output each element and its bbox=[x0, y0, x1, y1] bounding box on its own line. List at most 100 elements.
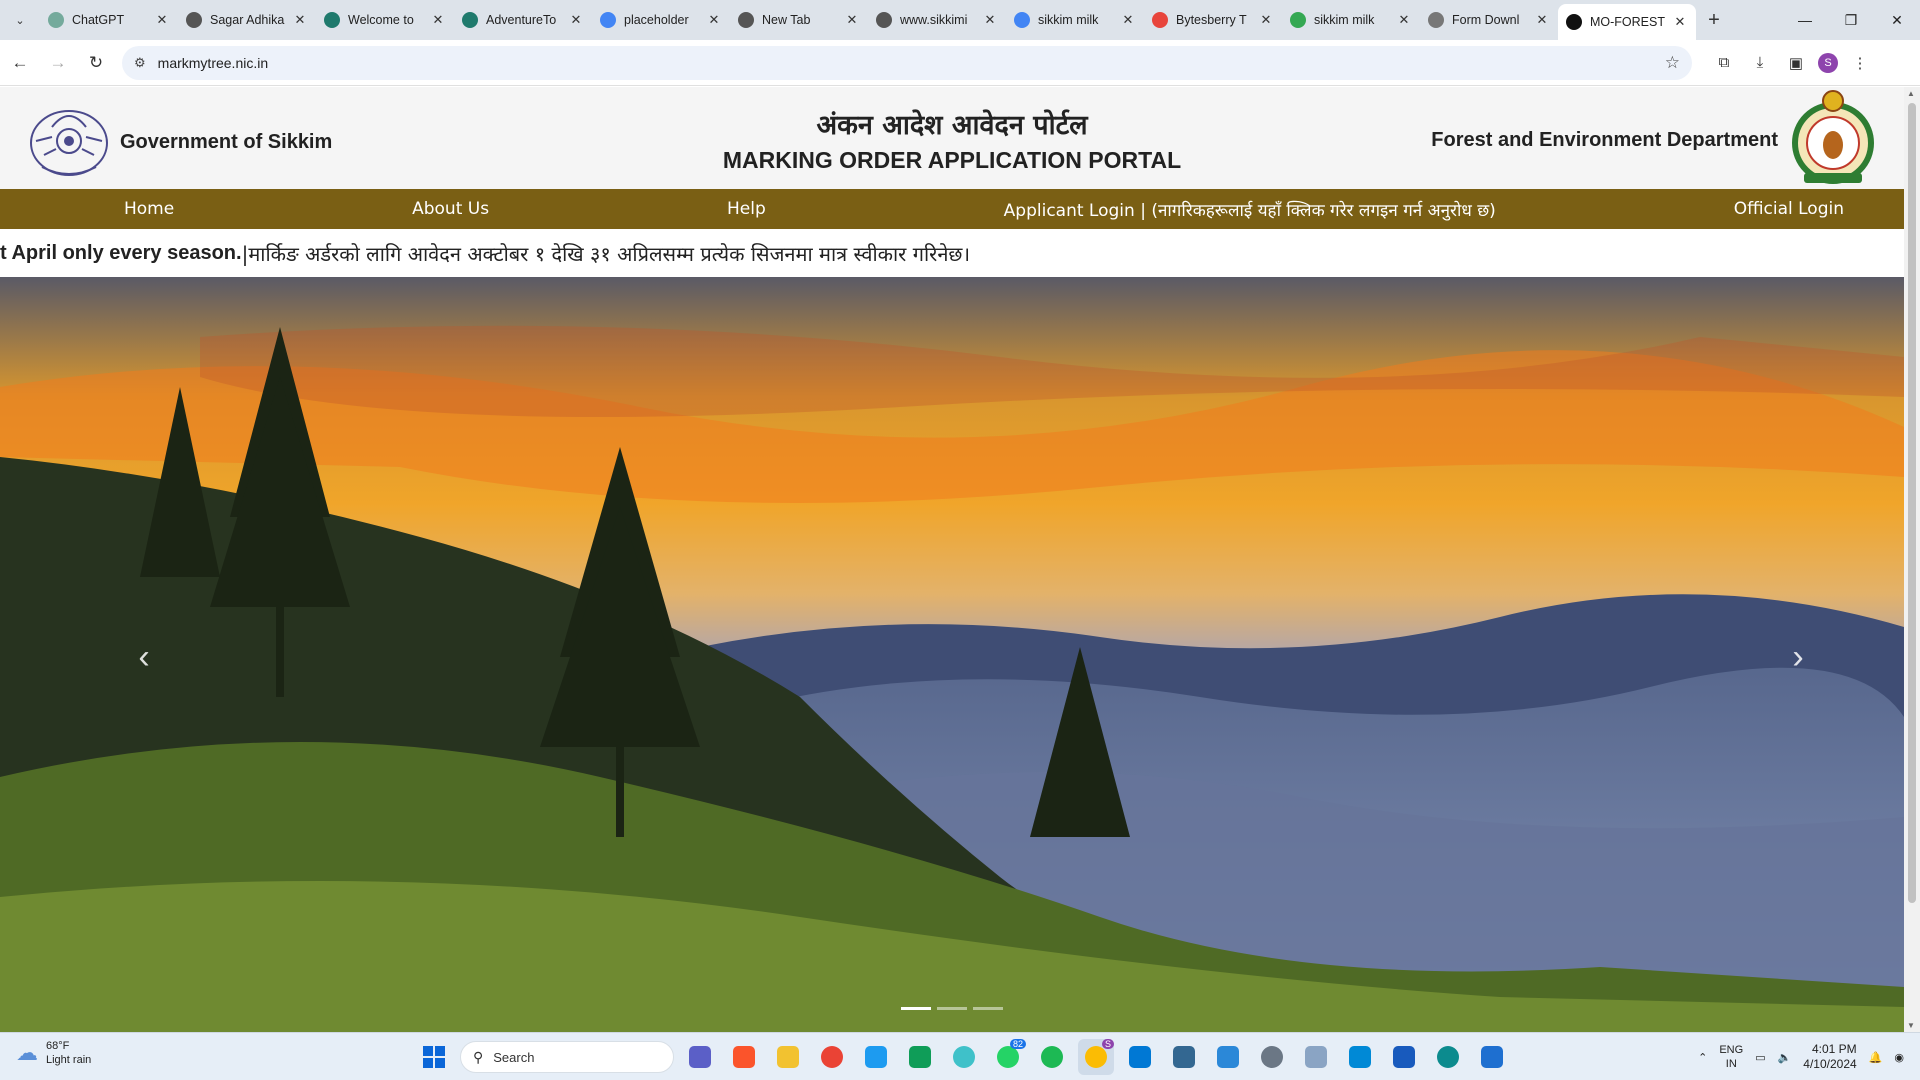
region-code: IN bbox=[1725, 1058, 1737, 1070]
taskbar-search-placeholder: Search bbox=[493, 1049, 535, 1065]
sheets-icon[interactable] bbox=[902, 1039, 938, 1075]
tab-close-icon[interactable]: ✕ bbox=[1534, 12, 1550, 28]
reload-icon[interactable]: ↻ bbox=[78, 45, 114, 81]
nav-about-us[interactable]: About Us bbox=[412, 199, 489, 219]
tab-favicon-icon bbox=[1428, 12, 1444, 28]
copilot-icon[interactable]: ◉ bbox=[1894, 1051, 1904, 1064]
bookmark-star-icon[interactable]: ☆ bbox=[1665, 53, 1680, 73]
twitter-icon[interactable] bbox=[858, 1039, 894, 1075]
weather-widget[interactable]: ☁ 68°F Light rain bbox=[16, 1039, 91, 1067]
start-button[interactable] bbox=[416, 1039, 452, 1075]
tab-search-icon[interactable]: ⌄ bbox=[0, 0, 40, 40]
site-info-icon[interactable]: ⚙ bbox=[134, 55, 146, 71]
tab-close-icon[interactable]: ✕ bbox=[568, 12, 584, 28]
chrome-icon[interactable] bbox=[814, 1039, 850, 1075]
browser-tab[interactable]: Sagar Adhika ✕ bbox=[178, 0, 316, 40]
spotify-icon[interactable] bbox=[1034, 1039, 1070, 1075]
brave-icon[interactable] bbox=[726, 1039, 762, 1075]
tab-close-icon[interactable]: ✕ bbox=[982, 12, 998, 28]
scroll-up-icon[interactable]: ▲ bbox=[1907, 89, 1915, 98]
tab-close-icon[interactable]: ✕ bbox=[706, 12, 722, 28]
address-bar[interactable]: ⚙ markmytree.nic.in ☆ bbox=[122, 45, 1692, 80]
close-window-icon[interactable]: ✕ bbox=[1874, 0, 1920, 40]
edge-icon[interactable] bbox=[1430, 1039, 1466, 1075]
side-panel-icon[interactable]: ▣ bbox=[1782, 49, 1810, 77]
tab-close-icon[interactable]: ✕ bbox=[1258, 12, 1274, 28]
whatsapp-icon[interactable]: 82 bbox=[990, 1039, 1026, 1075]
tab-title: Welcome to bbox=[348, 13, 414, 27]
window-app-icon[interactable] bbox=[1298, 1039, 1334, 1075]
volume-icon[interactable]: 🔈 bbox=[1778, 1051, 1792, 1064]
browser-tab[interactable]: Welcome to ✕ bbox=[316, 0, 454, 40]
tab-close-icon[interactable]: ✕ bbox=[1120, 12, 1136, 28]
tab-title: sikkim milk bbox=[1314, 13, 1375, 27]
taskbar-search[interactable]: ⚲ Search bbox=[460, 1041, 674, 1073]
tab-close-icon[interactable]: ✕ bbox=[844, 12, 860, 28]
profile-avatar[interactable]: S bbox=[1818, 52, 1838, 73]
marquee-text-nepali: |मार्किङ अर्डरको लागि आवेदन अक्टोबर १ दे… bbox=[241, 241, 971, 266]
browser-toolbar: ← → ↻ ⚙ markmytree.nic.in ☆ ⧉ ⤓ ▣ S ⋮ bbox=[0, 40, 1920, 86]
menu-icon[interactable]: ⋮ bbox=[1846, 49, 1874, 77]
chrome-profile-icon[interactable]: S bbox=[1078, 1039, 1114, 1075]
browser-tab[interactable]: placeholder ✕ bbox=[592, 0, 730, 40]
tab-close-icon[interactable]: ✕ bbox=[154, 12, 170, 28]
minimize-icon[interactable]: — bbox=[1782, 0, 1828, 40]
azure-icon[interactable] bbox=[1342, 1039, 1378, 1075]
browser-tab[interactable]: MO-FOREST ✕ bbox=[1558, 4, 1696, 40]
page-scrollbar[interactable]: ▲ ▼ bbox=[1904, 87, 1920, 1032]
tab-title: New Tab bbox=[762, 13, 811, 27]
app-icon[interactable] bbox=[946, 1039, 982, 1075]
extensions-icon[interactable]: ⧉ bbox=[1710, 49, 1738, 77]
file-explorer-icon[interactable] bbox=[770, 1039, 806, 1075]
tab-close-icon[interactable]: ✕ bbox=[1396, 12, 1412, 28]
nav-official-login[interactable]: Official Login bbox=[1734, 199, 1844, 219]
carousel-prev-icon[interactable]: ‹ bbox=[124, 637, 164, 677]
browser-tab[interactable]: AdventureTo ✕ bbox=[454, 0, 592, 40]
tab-close-icon[interactable]: ✕ bbox=[430, 12, 446, 28]
browser-tab[interactable]: Bytesberry T ✕ bbox=[1144, 0, 1282, 40]
carousel-indicator[interactable] bbox=[937, 1007, 967, 1010]
notification-bell-icon[interactable]: 🔔 bbox=[1869, 1051, 1883, 1064]
nav-applicant-login[interactable]: Applicant Login | (नागरिकहरूलाई यहाँ क्ल… bbox=[1004, 198, 1496, 221]
browser-tab[interactable]: sikkim milk ✕ bbox=[1006, 0, 1144, 40]
vscode-icon[interactable] bbox=[1122, 1039, 1158, 1075]
tab-close-icon[interactable]: ✕ bbox=[292, 12, 308, 28]
carousel-slide-image bbox=[0, 277, 1904, 1032]
language-indicator[interactable]: ENG IN bbox=[1719, 1043, 1743, 1071]
scroll-down-icon[interactable]: ▼ bbox=[1907, 1021, 1915, 1030]
tab-close-icon[interactable]: ✕ bbox=[1672, 14, 1688, 30]
url-text[interactable]: markmytree.nic.in bbox=[158, 55, 1665, 71]
back-icon[interactable]: ← bbox=[2, 45, 38, 81]
tab-favicon-icon bbox=[600, 12, 616, 28]
teams-icon[interactable] bbox=[682, 1039, 718, 1075]
nav-help[interactable]: Help bbox=[727, 199, 766, 219]
new-tab-icon[interactable]: + bbox=[1696, 9, 1732, 32]
chevron-up-icon[interactable]: ⌃ bbox=[1698, 1051, 1707, 1064]
settings-icon[interactable] bbox=[1254, 1039, 1290, 1075]
hero-carousel: ‹ › bbox=[0, 277, 1904, 1032]
clock[interactable]: 4:01 PM 4/10/2024 bbox=[1803, 1042, 1856, 1072]
database-icon[interactable] bbox=[1166, 1039, 1202, 1075]
scrollbar-thumb[interactable] bbox=[1908, 103, 1916, 903]
whatsapp-badge: 82 bbox=[1009, 1039, 1026, 1049]
carousel-next-icon[interactable]: › bbox=[1778, 637, 1818, 677]
word-icon[interactable] bbox=[1386, 1039, 1422, 1075]
restore-icon[interactable]: ❐ bbox=[1828, 0, 1874, 40]
browser-tab[interactable]: www.sikkimi ✕ bbox=[868, 0, 1006, 40]
nav-home[interactable]: Home bbox=[124, 199, 174, 219]
forest-department-logo bbox=[1792, 90, 1874, 184]
browser-tab[interactable]: sikkim milk ✕ bbox=[1282, 0, 1420, 40]
browser-tab[interactable]: Form Downl ✕ bbox=[1420, 0, 1558, 40]
downloads-icon[interactable]: ⤓ bbox=[1746, 49, 1774, 77]
browser-tab[interactable]: ChatGPT ✕ bbox=[40, 0, 178, 40]
notepad-icon[interactable] bbox=[1210, 1039, 1246, 1075]
photos-icon[interactable] bbox=[1474, 1039, 1510, 1075]
carousel-indicator[interactable] bbox=[973, 1007, 1003, 1010]
forward-icon[interactable]: → bbox=[40, 45, 76, 81]
browser-tab[interactable]: New Tab ✕ bbox=[730, 0, 868, 40]
system-tray: ⌃ ENG IN ▭ 🔈 4:01 PM 4/10/2024 🔔 ◉ bbox=[1698, 1033, 1904, 1080]
window-controls: — ❐ ✕ bbox=[1782, 0, 1920, 40]
network-icon[interactable]: ▭ bbox=[1755, 1051, 1765, 1064]
carousel-indicator[interactable] bbox=[901, 1007, 931, 1010]
main-navigation: Home About Us Help Applicant Login | (ना… bbox=[0, 189, 1904, 229]
